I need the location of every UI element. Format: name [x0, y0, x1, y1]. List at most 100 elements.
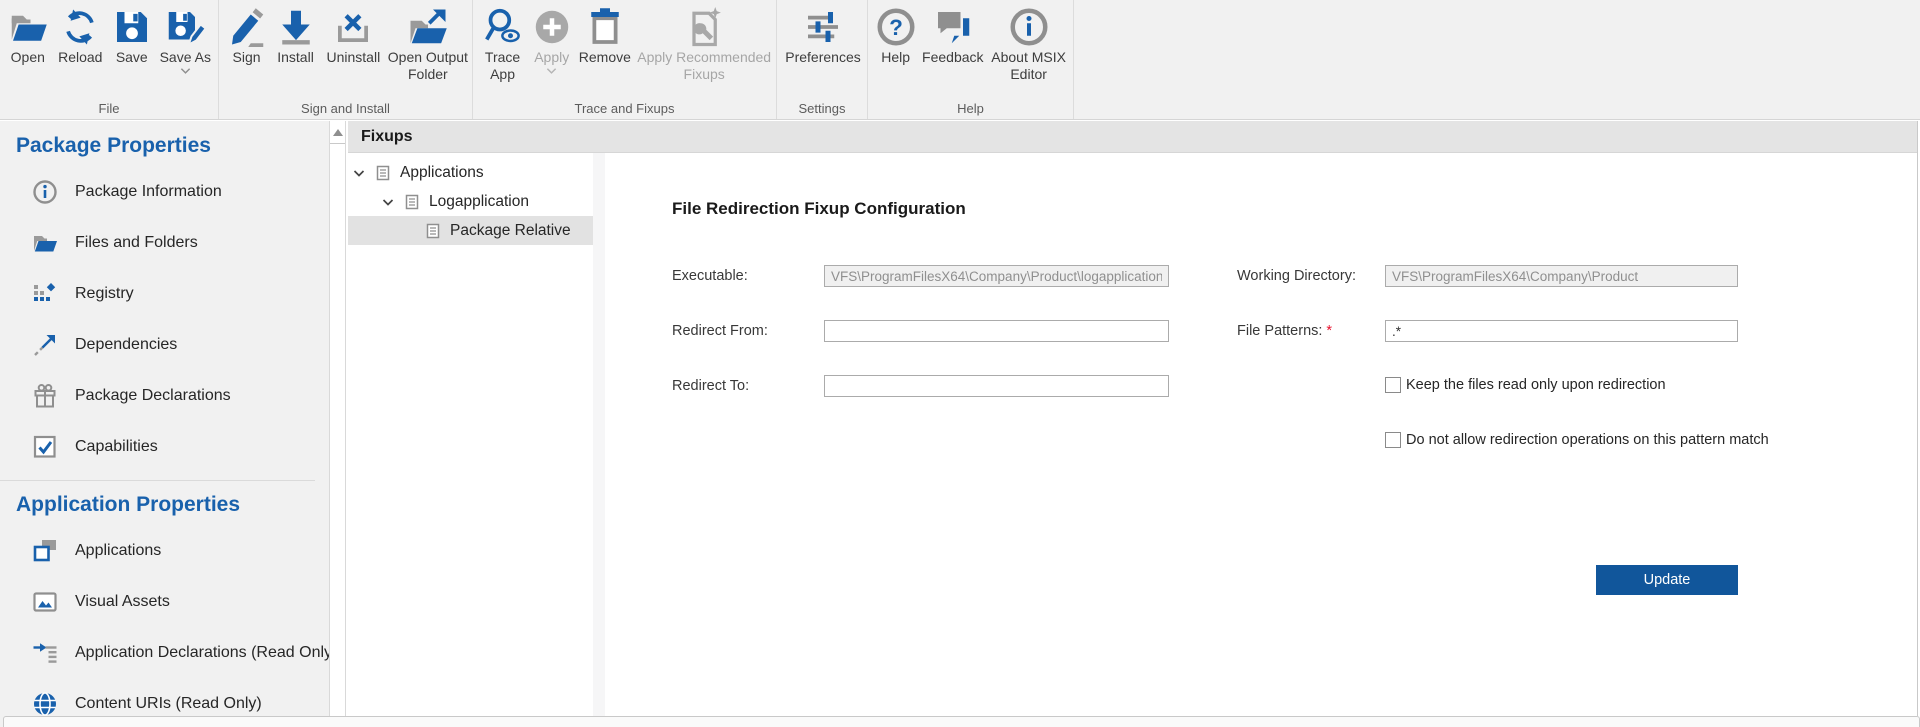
sidebar-item-capabilities[interactable]: Capabilities: [0, 421, 329, 472]
sidebar-divider: [0, 480, 315, 481]
reload-label: Reload: [58, 49, 102, 66]
msix-editor-window: Open Reload Save: [0, 0, 1920, 727]
about-msix-editor-button[interactable]: About MSIX Editor: [986, 2, 1071, 83]
apply-recommended-fixups-icon: [684, 7, 724, 47]
no-redirection-label: Do not allow redirection operations on t…: [1406, 432, 1769, 448]
application-properties-heading: Application Properties: [16, 493, 329, 519]
ribbon-group-label-settings: Settings: [777, 101, 867, 116]
redirect-from-input[interactable]: [824, 320, 1169, 342]
install-icon: [276, 7, 316, 47]
sidebar-item-applications[interactable]: Applications: [0, 525, 329, 576]
sidebar-item-visual-assets[interactable]: Visual Assets: [0, 576, 329, 627]
sidebar-item-application-declarations[interactable]: Application Declarations (Read Only): [0, 627, 329, 678]
capabilities-icon: [32, 434, 58, 460]
scrollbar-up-button[interactable]: [330, 121, 345, 144]
scroll-up-arrow-icon: [333, 129, 343, 136]
reload-button[interactable]: Reload: [52, 2, 109, 66]
keep-read-only-label: Keep the files read only upon redirectio…: [1406, 377, 1666, 393]
ribbon-group-label-sign-install: Sign and Install: [219, 101, 472, 116]
feedback-button[interactable]: Feedback: [919, 2, 986, 66]
redirect-to-input[interactable]: [824, 375, 1169, 397]
chevron-down-icon[interactable]: [380, 194, 396, 210]
no-redirection-checkbox[interactable]: [1385, 432, 1401, 448]
ribbon-group-file: Open Reload Save: [0, 0, 218, 119]
executable-input: [824, 265, 1169, 287]
document-icon: [404, 194, 420, 210]
tree-item-logapplication[interactable]: Logapplication: [348, 187, 593, 216]
open-button[interactable]: Open: [4, 2, 52, 66]
sidebar-item-package-information[interactable]: Package Information: [0, 166, 329, 217]
sign-label: Sign: [233, 49, 261, 66]
svg-text:?: ?: [889, 15, 903, 40]
save-button[interactable]: Save: [109, 2, 155, 66]
preferences-button[interactable]: Preferences: [781, 2, 865, 66]
application-declarations-icon: [32, 640, 58, 666]
tree-item-applications[interactable]: Applications: [348, 158, 593, 187]
applications-icon: [32, 538, 58, 564]
about-msix-editor-label: About MSIX Editor: [991, 49, 1066, 83]
open-icon: [8, 7, 48, 47]
save-as-icon: [165, 7, 205, 47]
ribbon-group-trace-fixups: Trace App Apply Remove: [473, 0, 776, 119]
document-icon: [375, 165, 391, 181]
sign-button[interactable]: Sign: [223, 2, 270, 66]
sidebar-item-package-declarations[interactable]: Package Declarations: [0, 370, 329, 421]
sidebar-item-dependencies[interactable]: Dependencies: [0, 319, 329, 370]
apply-recommended-fixups-label: Apply Recommended Fixups: [637, 49, 771, 83]
install-button[interactable]: Install: [270, 2, 321, 66]
ribbon-separator: [1073, 0, 1074, 119]
feedback-icon: [933, 7, 973, 47]
ribbon-group-label-help: Help: [868, 101, 1073, 116]
trace-app-button[interactable]: Trace App: [477, 2, 528, 83]
save-as-button[interactable]: Save As: [155, 2, 216, 75]
update-button[interactable]: Update: [1596, 565, 1738, 595]
help-icon: ?: [876, 7, 916, 47]
required-asterisk: *: [1326, 323, 1332, 339]
visual-assets-icon: [32, 589, 58, 615]
dependencies-icon: [32, 332, 58, 358]
fixups-panel: Fixups Applications: [348, 121, 1918, 716]
navigation-sidebar: Package Properties Package Information F…: [0, 121, 329, 727]
form-title: File Redirection Fixup Configuration: [672, 199, 966, 219]
working-directory-input: [1385, 265, 1738, 287]
save-as-chevron-icon: [180, 67, 191, 75]
trace-app-icon: [483, 7, 523, 47]
uninstall-button[interactable]: Uninstall: [321, 2, 386, 66]
open-output-folder-label: Open Output Folder: [388, 49, 468, 83]
redirect-to-label: Redirect To:: [672, 375, 749, 397]
tree-item-label: Logapplication: [429, 193, 529, 211]
ribbon-group-label-trace-fixups: Trace and Fixups: [473, 101, 776, 116]
keep-read-only-checkbox[interactable]: [1385, 377, 1401, 393]
chevron-down-icon[interactable]: [351, 165, 367, 181]
preferences-icon: [803, 7, 843, 47]
apply-recommended-fixups-button: Apply Recommended Fixups: [634, 2, 774, 83]
file-patterns-input[interactable]: [1385, 320, 1738, 342]
save-icon: [112, 7, 152, 47]
files-and-folders-icon: [32, 230, 58, 256]
working-directory-label: Working Directory:: [1237, 265, 1356, 287]
sign-icon: [227, 7, 267, 47]
ribbon-group-label-file: File: [0, 101, 218, 116]
bottom-panel-splitter[interactable]: [3, 716, 1920, 727]
help-label: Help: [881, 49, 910, 66]
apply-chevron-icon: [546, 67, 557, 75]
open-output-folder-button[interactable]: Open Output Folder: [386, 2, 470, 83]
package-information-icon: [32, 179, 58, 205]
sidebar-item-files-and-folders[interactable]: Files and Folders: [0, 217, 329, 268]
sidebar-item-registry[interactable]: Registry: [0, 268, 329, 319]
tree-form-splitter[interactable]: [593, 153, 605, 716]
save-as-label: Save As: [160, 49, 211, 66]
sidebar-scrollbar[interactable]: [329, 121, 346, 716]
apply-label: Apply: [534, 49, 569, 66]
panel-title: Fixups: [348, 121, 1917, 153]
ribbon-group-sign-install: Sign Install Uninstall: [219, 0, 472, 119]
content-uris-icon: [32, 691, 58, 717]
remove-label: Remove: [579, 49, 631, 66]
redirect-from-label: Redirect From:: [672, 320, 768, 342]
help-button[interactable]: ? Help: [872, 2, 919, 66]
apply-icon: [532, 7, 572, 47]
remove-button[interactable]: Remove: [575, 2, 634, 66]
file-redirection-form: File Redirection Fixup Configuration Exe…: [605, 153, 1917, 716]
tree-item-label: Applications: [400, 164, 484, 182]
tree-item-package-relative[interactable]: Package Relative: [348, 216, 593, 245]
